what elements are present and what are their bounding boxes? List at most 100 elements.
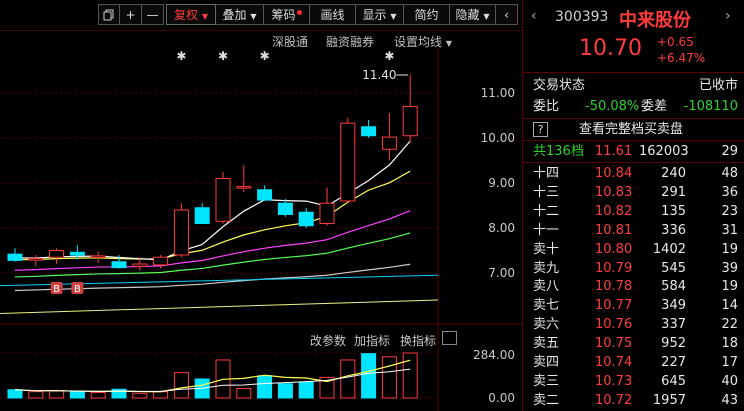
candle-body[interactable] bbox=[319, 202, 335, 224]
chouma-button[interactable]: 筹码 bbox=[264, 4, 310, 25]
price-tick-label: 9.00 bbox=[488, 176, 515, 190]
ask-row[interactable]: 卖二 10.72 1957 43 bbox=[523, 391, 744, 410]
volume-bar[interactable] bbox=[90, 391, 106, 399]
candle-body[interactable] bbox=[69, 251, 85, 256]
volume-bar[interactable] bbox=[381, 356, 397, 399]
candle-body[interactable] bbox=[173, 209, 189, 256]
expand-icon[interactable] bbox=[442, 331, 457, 345]
candle-body[interactable] bbox=[257, 189, 273, 201]
volume-bar[interactable] bbox=[173, 372, 189, 399]
event-star-icon[interactable]: ✱ bbox=[176, 49, 186, 63]
trade-status-label: 交易状态 bbox=[533, 78, 586, 93]
ask-row[interactable]: 卖四 10.74 227 17 bbox=[523, 353, 744, 372]
volume-bar[interactable] bbox=[361, 353, 377, 399]
volume-bar[interactable] bbox=[132, 392, 148, 399]
volume-bar[interactable] bbox=[69, 391, 85, 399]
copy-icon[interactable] bbox=[98, 4, 120, 25]
forward-chevron-icon[interactable]: › bbox=[725, 8, 731, 24]
candle-body[interactable] bbox=[277, 202, 293, 215]
ask-row[interactable]: 卖十 10.80 1402 19 bbox=[523, 240, 744, 259]
volume-bar[interactable] bbox=[28, 391, 44, 399]
volume-bar[interactable] bbox=[153, 391, 169, 399]
candle-body[interactable] bbox=[381, 136, 397, 150]
ask-order-count: 17 bbox=[721, 355, 738, 370]
ask-row[interactable]: 十一 10.81 336 31 bbox=[523, 221, 744, 240]
ask-price: 10.76 bbox=[595, 317, 633, 333]
trade-status-row: 交易状态 已收市 bbox=[523, 76, 744, 95]
event-star-icon[interactable]: ✱ bbox=[384, 49, 394, 63]
volume-bar[interactable] bbox=[340, 359, 356, 399]
ask-level-label: 卖六 bbox=[533, 317, 560, 333]
full-book-row[interactable]: ? 查看完整档买卖盘 bbox=[523, 120, 744, 139]
ask-level-label: 十一 bbox=[533, 222, 560, 238]
candle-body[interactable] bbox=[28, 258, 44, 261]
ask-row[interactable]: 卖六 10.76 337 22 bbox=[523, 315, 744, 334]
event-star-icon[interactable]: ✱ bbox=[218, 49, 228, 63]
buy-marker-label: B bbox=[53, 284, 60, 295]
ask-row[interactable]: 卖八 10.78 584 19 bbox=[523, 277, 744, 296]
volume-bar[interactable] bbox=[236, 387, 252, 399]
ask-row[interactable]: 卖三 10.73 645 40 bbox=[523, 372, 744, 391]
collapse-panel-button[interactable]: ‹ bbox=[496, 4, 518, 25]
ask-row[interactable]: 十四 10.84 240 48 bbox=[523, 164, 744, 183]
volume-bar[interactable] bbox=[402, 352, 418, 399]
candlesticks bbox=[7, 75, 418, 271]
current-price: 10.70 bbox=[579, 36, 642, 61]
ask-price: 10.80 bbox=[595, 241, 633, 257]
candle-body[interactable] bbox=[7, 253, 23, 261]
zoom-in-button[interactable]: + bbox=[120, 4, 142, 25]
ask-order-count: 48 bbox=[721, 166, 738, 181]
candle-body[interactable] bbox=[402, 106, 418, 137]
divider bbox=[523, 162, 744, 163]
ask-level-label: 卖九 bbox=[533, 260, 560, 276]
candle-body[interactable] bbox=[298, 211, 314, 227]
candle-body[interactable] bbox=[49, 250, 65, 258]
chart-grid bbox=[0, 48, 522, 411]
ask-order-count: 19 bbox=[721, 279, 738, 295]
candle-body[interactable] bbox=[153, 256, 169, 266]
gai-canshu-button[interactable]: 改参数 bbox=[310, 332, 346, 349]
jia-zhibiao-button[interactable]: 加指标 bbox=[354, 332, 390, 349]
event-star-icon[interactable]: ✱ bbox=[260, 49, 270, 63]
ask-volume: 240 bbox=[661, 166, 686, 181]
yincang-label: 隐藏 bbox=[455, 8, 480, 22]
back-chevron-icon[interactable]: ‹ bbox=[531, 8, 537, 24]
ask-volume: 349 bbox=[661, 298, 686, 314]
buy-marker-label: B bbox=[74, 284, 81, 295]
ask-row[interactable]: 卖九 10.79 545 39 bbox=[523, 259, 744, 278]
candle-body[interactable] bbox=[111, 261, 127, 269]
xianshi-dropdown[interactable]: 显示 ▼ bbox=[356, 4, 404, 25]
volume-bar[interactable] bbox=[298, 381, 314, 399]
yincang-dropdown[interactable]: 隐藏 ▼ bbox=[450, 4, 496, 25]
ask-row[interactable]: 十三 10.83 291 36 bbox=[523, 183, 744, 202]
price-axis: 11.00 10.00 9.00 8.00 7.00 284.00 0.00 bbox=[473, 86, 515, 405]
full-book-link[interactable]: 查看完整档买卖盘 bbox=[579, 120, 683, 139]
diejia-dropdown[interactable]: 叠加 ▼ bbox=[216, 4, 264, 25]
ask-row[interactable]: 卖五 10.75 952 18 bbox=[523, 334, 744, 353]
candle-body[interactable] bbox=[194, 207, 210, 224]
volume-bar[interactable] bbox=[7, 389, 23, 399]
kline-chart[interactable]: ✱ ✱ ✱ ✱ B B 11.40 11.00 10.00 9.00 8.00 7.00 284.00… bbox=[0, 48, 522, 411]
ma-settings-label: 设置均线 bbox=[394, 35, 443, 49]
huan-zhibiao-button[interactable]: 换指标 bbox=[400, 332, 436, 349]
candle-body[interactable] bbox=[132, 263, 148, 267]
huaxian-button[interactable]: 画线 bbox=[310, 4, 356, 25]
volume-bar[interactable] bbox=[257, 375, 273, 399]
ask-price: 10.72 bbox=[595, 392, 633, 408]
ask-row[interactable]: 十二 10.82 135 23 bbox=[523, 202, 744, 221]
volume-bar[interactable] bbox=[49, 390, 65, 399]
ask-level-label: 卖三 bbox=[533, 373, 560, 389]
moving-averages bbox=[0, 140, 439, 314]
candle-body[interactable] bbox=[236, 186, 252, 189]
candle-body[interactable] bbox=[361, 126, 377, 137]
fuquan-dropdown[interactable]: 复权 ▼ bbox=[166, 4, 216, 25]
jianyue-button[interactable]: 简约 bbox=[404, 4, 450, 25]
volume-bar[interactable] bbox=[277, 383, 293, 399]
candle-body[interactable] bbox=[215, 178, 231, 222]
candle-body[interactable] bbox=[340, 122, 356, 202]
price-tick-label: 11.00 bbox=[481, 86, 515, 100]
candle-body[interactable] bbox=[90, 255, 106, 258]
ask-row[interactable]: 卖七 10.77 349 14 bbox=[523, 296, 744, 315]
zoom-out-button[interactable]: — bbox=[142, 4, 164, 25]
chevron-left-icon: ‹ bbox=[504, 8, 509, 22]
